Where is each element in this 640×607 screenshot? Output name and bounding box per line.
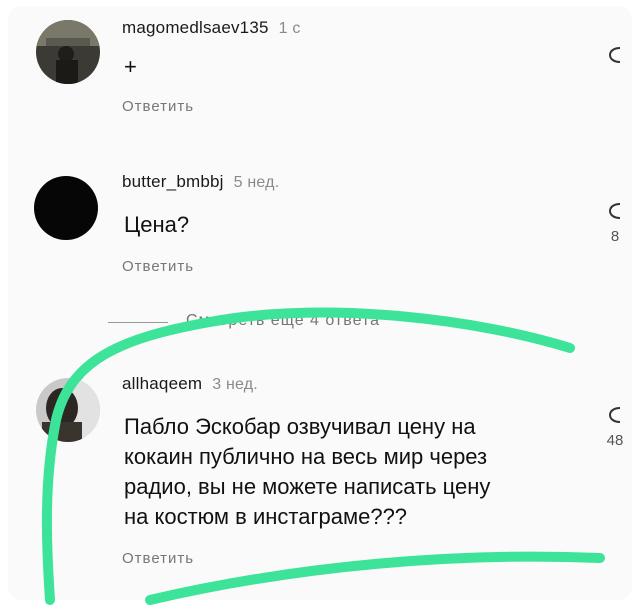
view-replies-button[interactable]: Смотреть еще 4 ответа	[108, 312, 468, 334]
comment-time: 5 нед.	[233, 174, 280, 191]
comment-text-line: радио, вы не можете написать цену	[124, 474, 491, 499]
reply-button[interactable]: Ответить	[122, 258, 194, 275]
comment-username[interactable]: allhaqeem 3 нед.	[122, 374, 258, 394]
view-replies-divider	[108, 322, 168, 323]
like-column	[600, 44, 630, 66]
avatar[interactable]	[36, 20, 100, 84]
view-replies-label[interactable]: Смотреть еще 4 ответа	[186, 312, 380, 330]
avatar[interactable]	[34, 176, 98, 240]
reply-button[interactable]: Ответить	[122, 550, 194, 567]
heart-outline-icon[interactable]	[600, 404, 630, 426]
username-text[interactable]: allhaqeem	[122, 374, 202, 393]
avatar[interactable]	[36, 378, 100, 442]
comment-text: Пабло Эскобар озвучивал цену на кокаин п…	[124, 412, 594, 532]
reply-button[interactable]: Ответить	[122, 98, 194, 115]
comment-text: Цена?	[124, 212, 190, 237]
comment-username[interactable]: magomedlsaev135 1 с	[122, 18, 301, 38]
like-column: 8	[600, 200, 630, 245]
heart-outline-icon[interactable]	[600, 200, 630, 222]
like-column: 48	[600, 404, 630, 449]
comment-text-line: на костюм в инстаграме???	[124, 504, 408, 529]
like-count: 48	[606, 432, 624, 449]
heart-outline-icon[interactable]	[600, 44, 630, 66]
username-text[interactable]: magomedlsaev135	[122, 18, 269, 37]
like-count: 8	[610, 228, 620, 245]
comment-text-line: кокаин публично на весь мир через	[124, 444, 488, 469]
comment-text: +	[124, 54, 137, 79]
comment-username[interactable]: butter_bmbbj 5 нед.	[122, 172, 279, 192]
comment-text-line: Пабло Эскобар озвучивал цену на	[124, 414, 476, 439]
comment-time: 1 с	[278, 20, 301, 37]
comment-time: 3 нед.	[212, 376, 258, 393]
username-text[interactable]: butter_bmbbj	[122, 172, 224, 191]
